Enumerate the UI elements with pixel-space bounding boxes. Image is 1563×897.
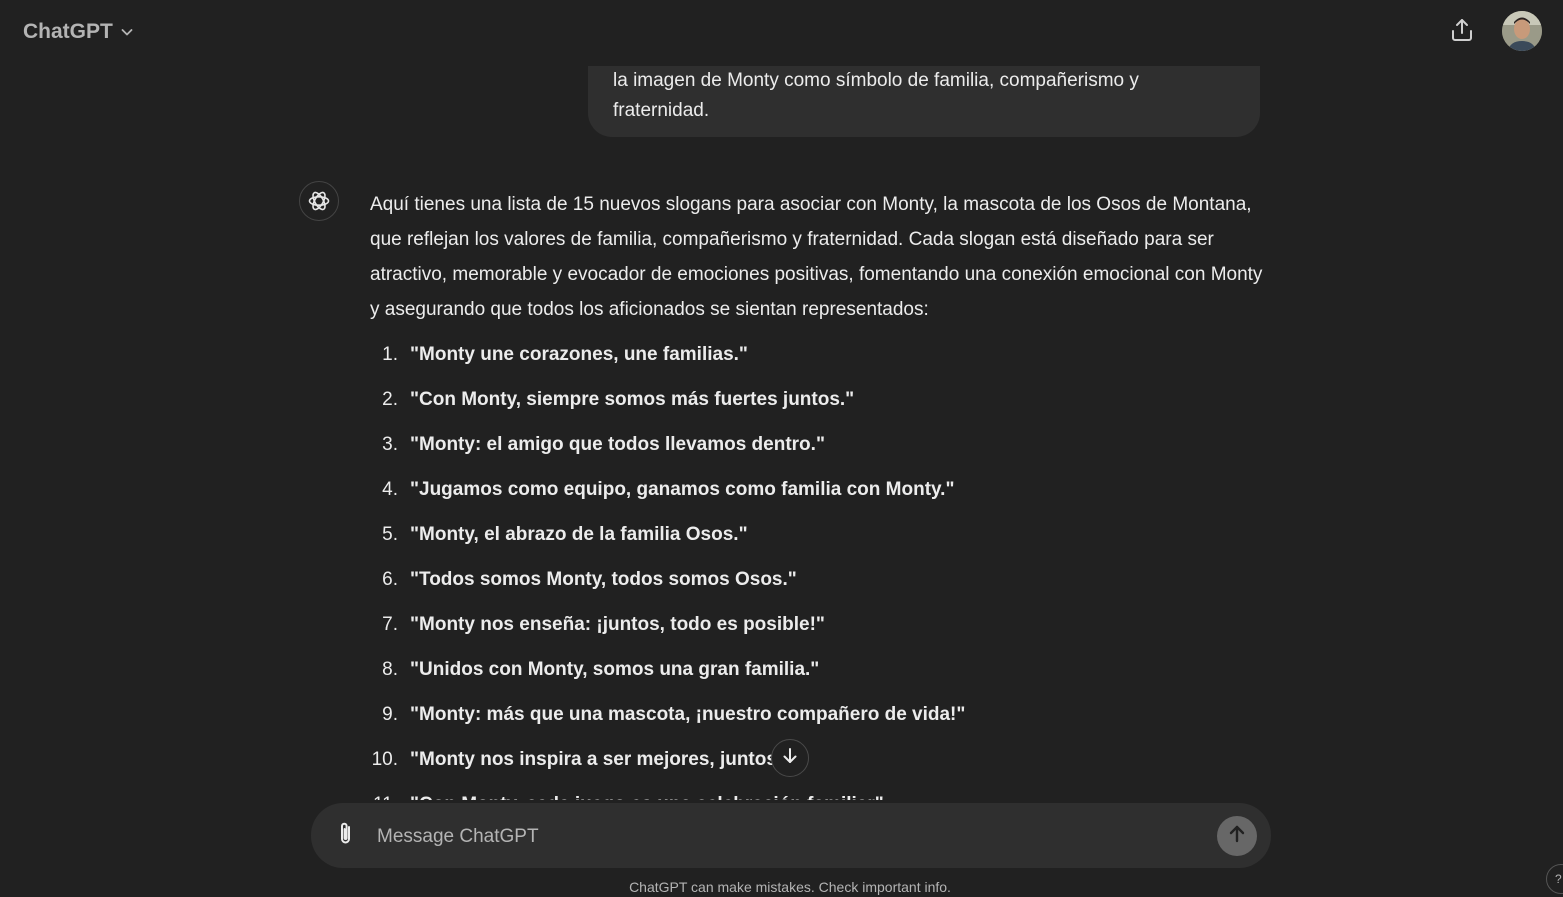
slogan-text: "Con Monty, siempre somos más fuertes ju… (410, 389, 855, 410)
share-icon (1449, 17, 1475, 48)
slogan-text: "Monty, el abrazo de la familia Osos." (410, 524, 748, 545)
chat-page: ChatGPT la imagen de Monty como símbolo … (0, 0, 1563, 897)
send-button[interactable] (1217, 816, 1257, 856)
list-number: 1. (382, 344, 398, 365)
slogan-text: "Monty: más que una mascota, ¡nuestro co… (410, 704, 966, 725)
list-item: 4. "Jugamos como equipo, ganamos como fam… (370, 472, 1270, 517)
share-button[interactable] (1444, 14, 1480, 50)
user-avatar[interactable] (1502, 11, 1542, 51)
slogan-text: "Monty une corazones, une familias." (410, 344, 748, 365)
list-item: 2. "Con Monty, siempre somos más fuertes … (370, 382, 1270, 427)
scroll-to-bottom-button[interactable] (771, 739, 809, 777)
slogan-text: "Todos somos Monty, todos somos Osos." (410, 569, 797, 590)
list-item: 3. "Monty: el amigo que todos llevamos de… (370, 427, 1270, 472)
slogan-text: "Jugamos como equipo, ganamos como famil… (410, 479, 955, 500)
list-number: 9. (382, 704, 398, 725)
list-item: 6. "Todos somos Monty, todos somos Osos." (370, 562, 1270, 607)
slogan-text: "Unidos con Monty, somos una gran famili… (410, 659, 820, 680)
list-number: 6. (382, 569, 398, 590)
list-number: 10. (371, 749, 398, 770)
slogan-text: "Monty: el amigo que todos llevamos dent… (410, 434, 825, 455)
openai-logo-icon (299, 181, 339, 221)
model-selector[interactable]: ChatGPT (12, 14, 146, 50)
list-number: 7. (382, 614, 398, 635)
list-number: 2. (382, 389, 398, 410)
arrow-down-icon (780, 746, 800, 771)
message-input[interactable] (375, 821, 1199, 853)
paperclip-icon (334, 821, 358, 852)
list-item: 10. "Monty nos inspira a ser mejores, jun… (370, 742, 1270, 787)
model-name: ChatGPT (23, 20, 113, 43)
arrow-up-icon (1226, 823, 1248, 850)
list-number: 8. (382, 659, 398, 680)
list-number: 5. (382, 524, 398, 545)
list-item: 9. "Monty: más que una mascota, ¡nuestro … (370, 697, 1270, 742)
slogan-text: "Monty nos inspira a ser mejores, juntos… (410, 749, 786, 770)
disclaimer-text: ChatGPT can make mistakes. Check importa… (629, 879, 951, 895)
list-item: 5. "Monty, el abrazo de la familia Osos." (370, 517, 1270, 562)
user-message-text: la imagen de Monty como símbolo de famil… (613, 70, 1139, 121)
assistant-message: Aquí tienes una lista de 15 nuevos sloga… (370, 187, 1270, 832)
list-item: 1. "Monty une corazones, une familias." (370, 337, 1270, 382)
list-number: 3. (382, 434, 398, 455)
top-bar: ChatGPT (0, 0, 1563, 66)
message-composer (311, 803, 1271, 868)
attach-button[interactable] (331, 821, 361, 851)
slogan-text: "Monty nos enseña: ¡juntos, todo es posi… (410, 614, 825, 635)
assistant-intro: Aquí tienes una lista de 15 nuevos sloga… (370, 194, 1263, 320)
list-number: 4. (382, 479, 398, 500)
list-item: 7. "Monty nos enseña: ¡juntos, todo es po… (370, 607, 1270, 652)
chevron-down-icon (119, 24, 135, 40)
list-item: 8. "Unidos con Monty, somos una gran fami… (370, 652, 1270, 697)
slogan-list: 1. "Monty une corazones, une familias." 2… (370, 337, 1270, 832)
